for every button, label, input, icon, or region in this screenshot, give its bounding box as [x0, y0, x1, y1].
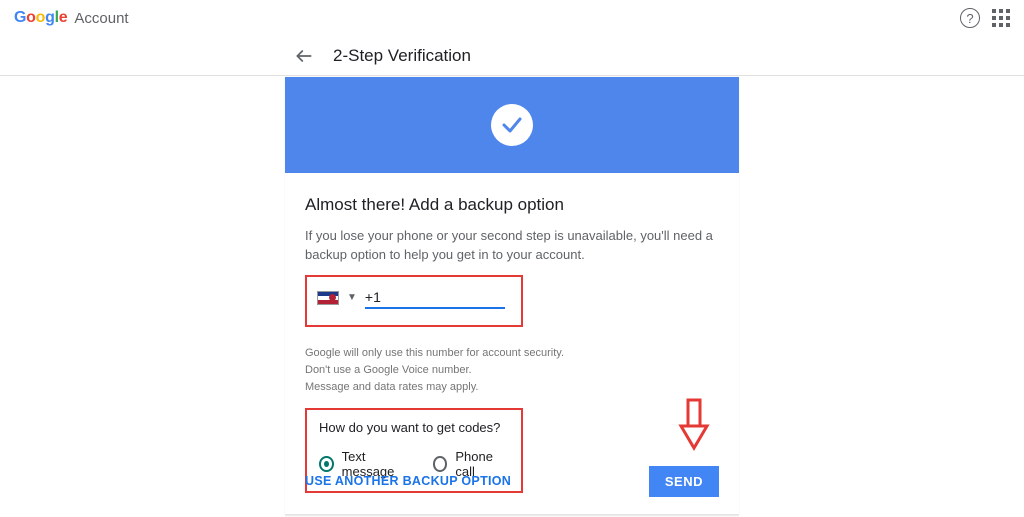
apps-icon[interactable]: [992, 9, 1010, 27]
arrow-down-icon: [677, 398, 711, 459]
codes-question: How do you want to get codes?: [319, 420, 509, 435]
hint-line: Message and data rates may apply.: [305, 379, 719, 396]
back-icon[interactable]: [293, 45, 315, 67]
top-right: ?: [960, 8, 1010, 28]
hints: Google will only use this number for acc…: [305, 345, 719, 396]
help-icon[interactable]: ?: [960, 8, 980, 28]
card-banner: [285, 77, 739, 173]
breadcrumb-bar: 2-Step Verification: [0, 36, 1024, 76]
google-logo: Google: [14, 9, 67, 27]
card-footer: USE ANOTHER BACKUP OPTION SEND: [285, 452, 739, 515]
description: If you lose your phone or your second st…: [305, 227, 719, 265]
check-icon: [491, 104, 533, 146]
setup-card: Almost there! Add a backup option If you…: [285, 77, 739, 515]
top-bar: Google Account ?: [0, 0, 1024, 36]
page-title: 2-Step Verification: [333, 46, 471, 66]
phone-highlight-box: ▼: [305, 275, 523, 327]
phone-row: ▼: [317, 287, 507, 309]
hint-line: Google will only use this number for acc…: [305, 345, 719, 362]
phone-input[interactable]: [365, 287, 505, 309]
brand-sub: Account: [74, 10, 128, 27]
headline: Almost there! Add a backup option: [305, 195, 719, 215]
chevron-down-icon[interactable]: ▼: [347, 292, 357, 303]
stage: Almost there! Add a backup option If you…: [0, 76, 1024, 515]
hint-line: Don't use a Google Voice number.: [305, 362, 719, 379]
send-button[interactable]: SEND: [649, 466, 719, 497]
card-body: Almost there! Add a backup option If you…: [285, 173, 739, 515]
country-flag-icon[interactable]: [317, 291, 339, 305]
brand: Google Account: [14, 9, 129, 27]
use-another-backup-link[interactable]: USE ANOTHER BACKUP OPTION: [305, 474, 511, 488]
